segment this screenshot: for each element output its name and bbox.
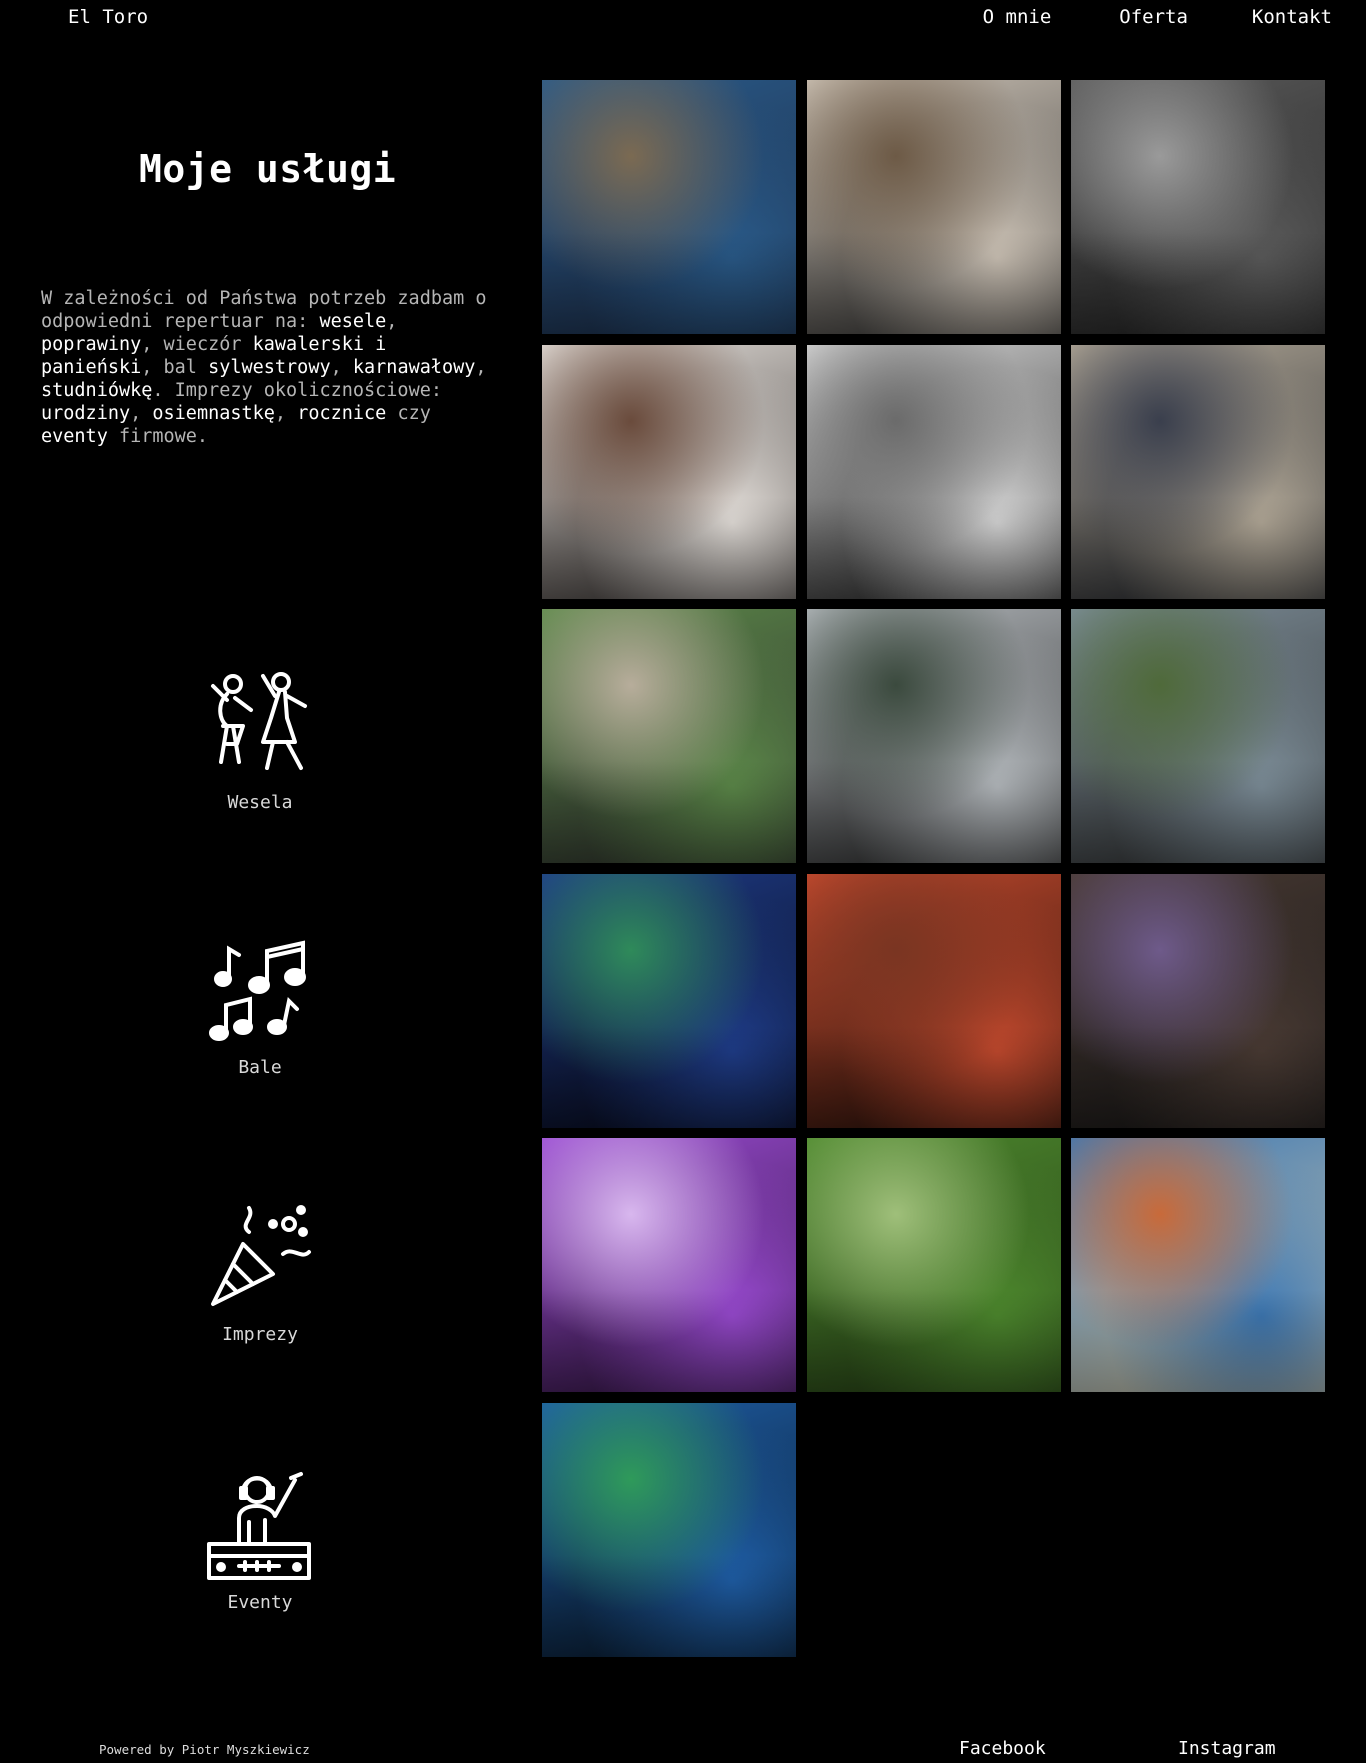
- photo-banquet-hall-dj[interactable]: [807, 874, 1061, 1128]
- photo-shade: [807, 1026, 1061, 1128]
- photo-sports-hall-event[interactable]: [1071, 1138, 1325, 1392]
- party-popper-icon: [211, 1205, 311, 1306]
- photo-moschino-hm-booth[interactable]: [542, 345, 796, 599]
- intro-segment: , bal: [141, 357, 209, 378]
- photo-love-letters-garden[interactable]: [807, 1138, 1061, 1392]
- photo-shade: [807, 232, 1061, 334]
- intro-keyword: osiemnastkę: [152, 403, 275, 424]
- service-eventy: Eventy: [160, 1470, 360, 1613]
- service-wesela: Wesela: [160, 670, 360, 813]
- nav-link-kontakt[interactable]: Kontakt: [1252, 6, 1332, 28]
- photo-shade: [807, 1290, 1061, 1392]
- photo-shade: [807, 497, 1061, 599]
- dj-console-icon: [207, 1472, 311, 1580]
- photo-dj-saxophone[interactable]: [1071, 874, 1325, 1128]
- powered-by-text: Powered by Piotr Myszkiewicz: [99, 1742, 310, 1757]
- photo-outdoor-dj-set[interactable]: [542, 609, 796, 863]
- dancing-couple-icon: [211, 672, 307, 770]
- service-label-wesela: Wesela: [227, 792, 293, 813]
- nav-link-o-mnie[interactable]: O mnie: [983, 6, 1052, 28]
- service-bale: Bale: [160, 935, 360, 1078]
- photo-mixer-knobs[interactable]: [1071, 345, 1325, 599]
- photo-mountain-selfie[interactable]: [1071, 609, 1325, 863]
- photo-birthday-cake-sparklers[interactable]: [542, 1138, 796, 1392]
- service-imprezy: Imprezy: [160, 1202, 360, 1345]
- photo-shade: [1071, 497, 1325, 599]
- photo-shade: [1071, 761, 1325, 863]
- intro-keyword: karnawałowy: [352, 357, 476, 378]
- photo-shade: [542, 1026, 796, 1128]
- intro-keyword: rocznice: [297, 403, 387, 424]
- photo-headphones-closeup[interactable]: [807, 345, 1061, 599]
- intro-segment: ,: [475, 357, 487, 378]
- photo-shade: [1071, 232, 1325, 334]
- intro-segment: , wieczór: [141, 334, 253, 355]
- page-title: Moje usługi: [139, 147, 397, 191]
- intro-segment: firmowe.: [107, 426, 209, 447]
- brand-logo-link[interactable]: El Toro: [68, 6, 148, 28]
- photo-shade: [542, 1290, 796, 1392]
- nav-link-oferta[interactable]: Oferta: [1119, 6, 1188, 28]
- intro-keyword: urodziny: [41, 403, 131, 424]
- photo-shade: [542, 232, 796, 334]
- intro-segment: W zależności od Państwa potrzeb zadbam o…: [41, 288, 487, 332]
- intro-keyword: poprawiny: [41, 334, 142, 355]
- photo-dj-white-shirt[interactable]: [807, 80, 1061, 334]
- intro-keyword: sylwestrowy: [208, 357, 331, 378]
- photo-shade: [1071, 1290, 1325, 1392]
- intro-text: W zależności od Państwa potrzeb zadbam o…: [41, 287, 501, 448]
- music-notes-icon: [209, 940, 306, 1041]
- photo-shade: [807, 761, 1061, 863]
- service-label-bale: Bale: [238, 1057, 282, 1078]
- service-label-imprezy: Imprezy: [222, 1324, 298, 1345]
- intro-keyword: studniówkę: [41, 380, 153, 401]
- intro-segment: czy: [386, 403, 431, 424]
- intro-keyword: eventy: [41, 426, 108, 447]
- photo-conference-stage[interactable]: [542, 874, 796, 1128]
- intro-segment: ,: [274, 403, 298, 424]
- photo-dj-monochrome-party[interactable]: [1071, 80, 1325, 334]
- photo-film-crew[interactable]: [807, 609, 1061, 863]
- main-nav: O mnie Oferta Kontakt: [983, 6, 1332, 28]
- intro-segment: ,: [330, 357, 353, 378]
- service-label-eventy: Eventy: [227, 1592, 293, 1613]
- photo-blue-conference-seats[interactable]: [542, 1403, 796, 1657]
- intro-keyword: wesele: [319, 311, 387, 332]
- intro-segment: ,: [130, 403, 153, 424]
- facebook-link[interactable]: Facebook: [959, 1738, 1046, 1759]
- photo-shade: [542, 497, 796, 599]
- intro-segment: . Imprezy okolicznościowe:: [152, 380, 442, 401]
- photo-shade: [542, 1555, 796, 1657]
- photo-shade: [1071, 1026, 1325, 1128]
- photo-dj-redbull-booth[interactable]: [542, 80, 796, 334]
- instagram-link[interactable]: Instagram: [1178, 1738, 1276, 1759]
- photo-shade: [542, 761, 796, 863]
- intro-segment: ,: [386, 311, 398, 332]
